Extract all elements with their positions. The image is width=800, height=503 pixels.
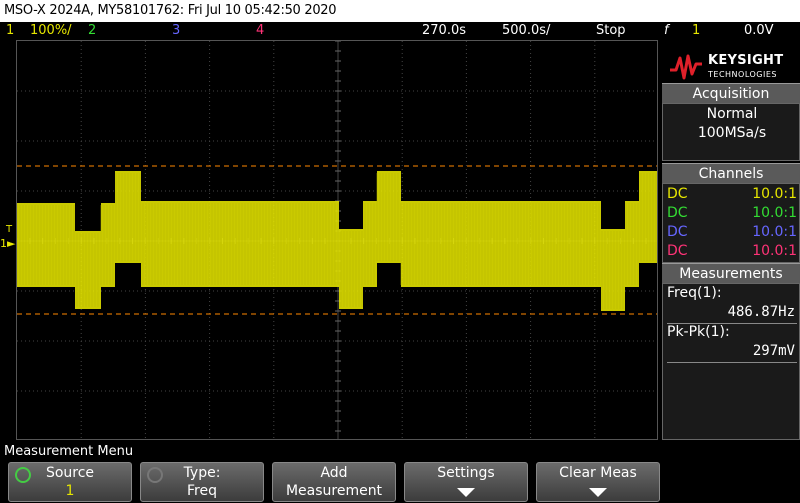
acquisition-header[interactable]: Acquisition bbox=[662, 83, 800, 103]
waveform-segment bbox=[639, 171, 657, 263]
pkpk-value: 297mV bbox=[752, 343, 795, 359]
trigger-level-marker[interactable]: T bbox=[6, 224, 12, 235]
pkpk-label: Pk-Pk(1): bbox=[667, 324, 730, 340]
acquisition-mode: Normal bbox=[706, 106, 758, 122]
ch1-number[interactable]: 1 bbox=[6, 22, 14, 40]
source-softkey[interactable]: Source 1 bbox=[8, 462, 132, 502]
trigger-icon: f bbox=[664, 23, 669, 38]
ch4-number[interactable]: 4 bbox=[256, 22, 264, 40]
channel-row-4[interactable]: DC 10.0:1 bbox=[665, 241, 799, 261]
submenu-arrow-icon bbox=[589, 488, 607, 497]
clear-meas-softkey[interactable]: Clear Meas bbox=[536, 462, 660, 502]
measurements-body: Freq(1): 486.87Hz Pk-Pk(1): 297mV bbox=[662, 283, 800, 440]
waveform-segment bbox=[141, 201, 339, 287]
channel-row-2[interactable]: DC 10.0:1 bbox=[665, 203, 799, 223]
brand-name: KEYSIGHT bbox=[708, 53, 784, 68]
measurements-header[interactable]: Measurements bbox=[662, 263, 800, 283]
menu-title: Measurement Menu bbox=[4, 444, 134, 459]
time-delay[interactable]: 270.0s bbox=[422, 22, 466, 40]
settings-softkey[interactable]: Settings bbox=[404, 462, 528, 502]
ch1-ground-marker[interactable]: 1► bbox=[0, 237, 15, 250]
acquisition-body: Normal 100MSa/s bbox=[662, 103, 800, 161]
run-state[interactable]: Stop bbox=[596, 22, 626, 40]
channel-row-1[interactable]: DC 10.0:1 bbox=[665, 184, 799, 204]
brand-sub: TECHNOLOGIES bbox=[708, 70, 777, 79]
add-measurement-softkey[interactable]: Add Measurement bbox=[272, 462, 396, 502]
keysight-wave-icon bbox=[670, 54, 702, 80]
waveform-segment bbox=[75, 231, 101, 309]
time-scale[interactable]: 500.0s/ bbox=[502, 22, 550, 40]
trigger-level[interactable]: 0.0V bbox=[744, 22, 774, 40]
freq-label: Freq(1): bbox=[667, 285, 722, 301]
info-panel: KEYSIGHT TECHNOLOGIES Acquisition Normal… bbox=[660, 40, 800, 440]
acquisition-rate: 100MSa/s bbox=[697, 125, 767, 141]
ch3-number[interactable]: 3 bbox=[172, 22, 180, 40]
freq-value: 486.87Hz bbox=[727, 304, 795, 320]
graticule-grid bbox=[17, 41, 657, 439]
ch2-number[interactable]: 2 bbox=[88, 22, 96, 40]
channels-body: DC 10.0:1 DC 10.0:1 DC 10.0:1 DC 10.0:1 bbox=[662, 183, 800, 263]
measurement-divider bbox=[667, 362, 797, 363]
window-title: MSO-X 2024A, MY58101762: Fri Jul 10 05:4… bbox=[0, 0, 800, 22]
channels-header[interactable]: Channels bbox=[662, 163, 800, 183]
submenu-arrow-icon bbox=[457, 488, 475, 497]
type-softkey[interactable]: Type: Freq bbox=[140, 462, 264, 502]
waveform-display[interactable] bbox=[16, 40, 658, 440]
status-bar: 1 100%/ 2 3 4 270.0s 500.0s/ Stop f 1 0.… bbox=[0, 22, 800, 40]
channel-row-3[interactable]: DC 10.0:1 bbox=[665, 222, 799, 242]
trigger-source[interactable]: 1 bbox=[692, 22, 700, 40]
keysight-logo: KEYSIGHT TECHNOLOGIES bbox=[660, 46, 800, 86]
ch1-scale[interactable]: 100%/ bbox=[30, 22, 72, 40]
